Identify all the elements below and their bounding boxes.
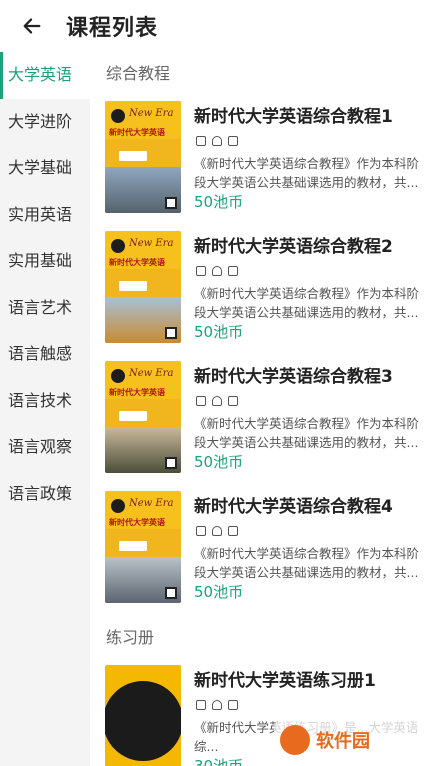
- headset-icon: [212, 396, 222, 406]
- back-button[interactable]: [18, 12, 46, 40]
- sidebar-item-daxue-yingyu[interactable]: 大学英语: [0, 52, 90, 99]
- course-description: 《新时代大学英语综合教程》作为本科阶段大学英语公共基础课选用的教材，共...: [194, 286, 420, 320]
- site-logo-icon: [280, 725, 310, 755]
- qr-code-icon: [165, 327, 177, 339]
- course-price: 50池币: [194, 193, 244, 211]
- headset-icon: [212, 700, 222, 710]
- document-icon: [228, 526, 238, 536]
- course-description: 《新时代大学英语综合教程》作为本科阶段大学英语公共基础课选用的教材，共...: [194, 546, 420, 580]
- course-title: 新时代大学英语综合教程4: [194, 497, 393, 517]
- course-cover: New Era 新时代大学英语: [105, 101, 181, 213]
- globe-icon: [109, 107, 127, 125]
- video-icon: [196, 266, 206, 276]
- course-price: 50池币: [194, 583, 244, 601]
- sidebar-item-yuyan-guancha[interactable]: 语言观察: [0, 424, 90, 471]
- video-icon: [196, 526, 206, 536]
- course-cover: [105, 665, 181, 766]
- course-item[interactable]: New Era 新时代大学英语 新时代大学英语综合教程3 《新时代大学英语综合教…: [90, 356, 442, 486]
- document-icon: [228, 266, 238, 276]
- top-bar: 课程列表: [0, 0, 442, 52]
- sidebar-item-daxue-jichu[interactable]: 大学基础: [0, 145, 90, 192]
- course-title: 新时代大学英语综合教程3: [194, 367, 393, 387]
- qr-code-icon: [165, 587, 177, 599]
- section-title-zonghe: 综合教程: [106, 64, 171, 83]
- watermark: 软件园: [274, 720, 434, 760]
- video-icon: [196, 396, 206, 406]
- course-cover: New Era 新时代大学英语: [105, 361, 181, 473]
- qr-code-icon: [165, 457, 177, 469]
- course-cover: New Era 新时代大学英语: [105, 491, 181, 603]
- document-icon: [228, 136, 238, 146]
- course-item[interactable]: New Era 新时代大学英语 新时代大学英语综合教程1 《新时代大学英语综合教…: [90, 96, 442, 226]
- page-title: 课程列表: [66, 16, 159, 41]
- course-price: 30池币: [194, 757, 244, 766]
- course-item[interactable]: New Era 新时代大学英语 新时代大学英语综合教程2 《新时代大学英语综合教…: [90, 226, 442, 356]
- qr-code-icon: [165, 197, 177, 209]
- arrow-left-icon: [23, 18, 41, 34]
- course-title: 新时代大学英语综合教程1: [194, 107, 393, 127]
- sidebar-item-yuyan-jishu[interactable]: 语言技术: [0, 378, 90, 425]
- course-list[interactable]: 综合教程 New Era 新时代大学英语 新时代大学英语综合教程1 《新时代大学…: [90, 52, 442, 766]
- headset-icon: [212, 136, 222, 146]
- course-item[interactable]: New Era 新时代大学英语 新时代大学英语综合教程4 《新时代大学英语综合教…: [90, 486, 442, 616]
- document-icon: [228, 396, 238, 406]
- sidebar-item-shiyong-jichu[interactable]: 实用基础: [0, 238, 90, 285]
- globe-icon: [109, 367, 127, 385]
- sidebar-item-yuyan-yishu[interactable]: 语言艺术: [0, 285, 90, 332]
- globe-icon: [109, 497, 127, 515]
- document-icon: [228, 700, 238, 710]
- headset-icon: [212, 526, 222, 536]
- course-price: 50池币: [194, 453, 244, 471]
- sidebar-item-shiyong-yingyu[interactable]: 实用英语: [0, 192, 90, 239]
- globe-icon: [109, 237, 127, 255]
- video-icon: [196, 136, 206, 146]
- sidebar-item-yuyan-zhengce[interactable]: 语言政策: [0, 471, 90, 518]
- course-title: 新时代大学英语练习册1: [194, 671, 376, 691]
- sidebar-item-daxue-jinjie[interactable]: 大学进阶: [0, 99, 90, 146]
- course-title: 新时代大学英语综合教程2: [194, 237, 393, 257]
- course-cover: New Era 新时代大学英语: [105, 231, 181, 343]
- headset-icon: [212, 266, 222, 276]
- category-sidebar: 大学英语 大学进阶 大学基础 实用英语 实用基础 语言艺术 语言触感 语言技术 …: [0, 52, 90, 766]
- globe-icon: [105, 677, 181, 765]
- section-title-lianxice: 练习册: [106, 628, 155, 647]
- course-price: 50池币: [194, 323, 244, 341]
- course-description: 《新时代大学英语综合教程》作为本科阶段大学英语公共基础课选用的教材，共...: [194, 156, 420, 190]
- sidebar-item-yuyan-chugan[interactable]: 语言触感: [0, 331, 90, 378]
- course-description: 《新时代大学英语综合教程》作为本科阶段大学英语公共基础课选用的教材，共...: [194, 416, 420, 450]
- video-icon: [196, 700, 206, 710]
